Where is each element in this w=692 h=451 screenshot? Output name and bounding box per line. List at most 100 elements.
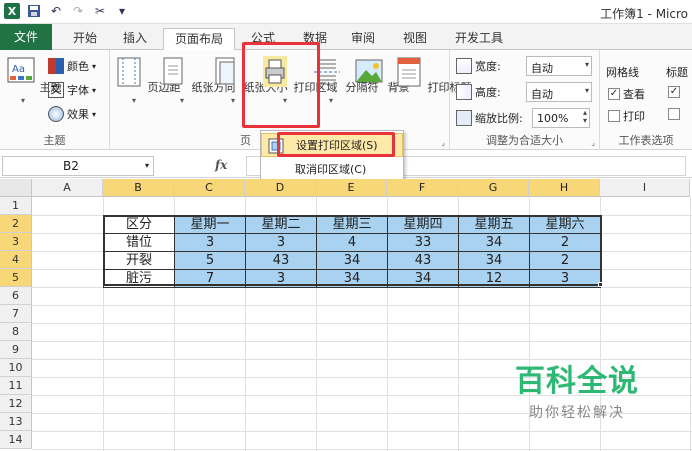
undo-icon[interactable]: ↶ <box>48 3 64 19</box>
table-cell[interactable]: 34 <box>458 233 530 252</box>
watermark-title: 百科全说 <box>515 364 639 399</box>
column-header-d[interactable]: D <box>245 179 316 197</box>
table-header-cell[interactable]: 星期四 <box>387 215 459 234</box>
watermark-subtitle: 助你轻松解决 <box>529 405 625 421</box>
scale-stepper[interactable]: 100% ▴ ▾ <box>532 108 590 128</box>
table-cell[interactable]: 34 <box>458 251 530 270</box>
table-header-cell[interactable]: 星期二 <box>245 215 317 234</box>
row-header-10[interactable]: 10 <box>0 359 32 377</box>
column-header-f[interactable]: F <box>387 179 458 197</box>
row-header-5[interactable]: 5 <box>0 269 32 287</box>
table-cell[interactable]: 43 <box>387 251 459 270</box>
theme-effects-label: 效果 <box>67 108 89 121</box>
fx-icon[interactable]: fx <box>215 158 227 172</box>
table-header-cell[interactable]: 区分 <box>103 215 175 234</box>
orientation-button[interactable]: 纸张方向 ▾ <box>158 56 236 105</box>
tab-insert[interactable]: 插入 <box>112 28 158 50</box>
tab-page-layout[interactable]: 页面布局 <box>163 28 235 51</box>
height-select[interactable]: 自动 ▾ <box>526 82 592 102</box>
width-select[interactable]: 自动 ▾ <box>526 56 592 76</box>
theme-effects-button[interactable]: 效果 ▾ <box>48 106 96 122</box>
table-cell[interactable]: 12 <box>458 269 530 288</box>
table-cell[interactable]: 2 <box>529 233 601 252</box>
tab-developer[interactable]: 开发工具 <box>446 28 512 50</box>
table-cell[interactable]: 3 <box>174 233 246 252</box>
row-header-1[interactable]: 1 <box>0 197 32 215</box>
set-print-area-highlight <box>277 132 395 157</box>
tab-review[interactable]: 审阅 <box>340 28 386 50</box>
tab-view[interactable]: 视图 <box>392 28 438 50</box>
tab-home[interactable]: 开始 <box>62 28 108 50</box>
table-header-cell[interactable]: 星期六 <box>529 215 601 234</box>
column-header-a[interactable]: A <box>32 179 103 197</box>
height-label: 高度: <box>475 86 501 99</box>
table-header-cell[interactable]: 星期一 <box>174 215 246 234</box>
table-cell[interactable]: 2 <box>529 251 601 270</box>
table-cell[interactable]: 33 <box>387 233 459 252</box>
table-cell[interactable]: 34 <box>316 251 388 270</box>
row-header-13[interactable]: 13 <box>0 413 32 431</box>
row-header-12[interactable]: 12 <box>0 395 32 413</box>
row-header-7[interactable]: 7 <box>0 305 32 323</box>
theme-fonts-button[interactable]: 文 字体 ▾ <box>48 82 96 98</box>
table-cell[interactable]: 错位 <box>103 233 175 252</box>
row-header-4[interactable]: 4 <box>0 251 32 269</box>
table-cell[interactable]: 3 <box>245 233 317 252</box>
row-header-9[interactable]: 9 <box>0 341 32 359</box>
theme-fonts-label: 字体 <box>67 84 89 97</box>
tools-icon[interactable]: ✂ <box>92 3 108 19</box>
table-header-cell[interactable]: 星期三 <box>316 215 388 234</box>
dialog-launcher-icon[interactable]: ⌟ <box>591 138 595 147</box>
table-cell[interactable]: 3 <box>529 269 601 288</box>
column-header-b[interactable]: B <box>103 179 174 197</box>
customize-qat-icon[interactable]: ▾ <box>114 3 130 19</box>
column-header-h[interactable]: H <box>529 179 600 197</box>
spinner-icon[interactable]: ▴ ▾ <box>583 109 587 125</box>
table-cell[interactable]: 5 <box>174 251 246 270</box>
gridlines-print-checkbox[interactable]: 打印 <box>608 108 645 124</box>
margins-icon <box>117 57 141 87</box>
dialog-launcher-icon[interactable]: ⌟ <box>441 138 445 147</box>
table-cell[interactable]: 34 <box>387 269 459 288</box>
column-header-c[interactable]: C <box>174 179 245 197</box>
themes-group-label: 主题 <box>43 134 66 147</box>
headings-print-checkbox[interactable] <box>668 108 680 120</box>
table-cell[interactable]: 3 <box>245 269 317 288</box>
background-button[interactable]: 背景 <box>354 56 410 95</box>
width-value: 自动 <box>531 62 553 75</box>
theme-colors-button[interactable]: 颜色 ▾ <box>48 58 96 74</box>
theme-colors-label: 颜色 <box>67 60 89 73</box>
font-icon: 文 <box>48 82 64 98</box>
table-cell[interactable]: 开裂 <box>103 251 175 270</box>
save-icon[interactable] <box>26 3 42 19</box>
row-header-11[interactable]: 11 <box>0 377 32 395</box>
themes-button[interactable]: Aa 主题 ▾ <box>6 56 62 105</box>
fill-handle[interactable] <box>598 282 603 287</box>
row-header-3[interactable]: 3 <box>0 233 32 251</box>
column-header-i[interactable]: I <box>600 179 690 197</box>
table-cell[interactable]: 4 <box>316 233 388 252</box>
paper-size-icon <box>215 57 235 85</box>
print-titles-button[interactable]: 打印标题 <box>394 56 472 95</box>
width-label: 宽度: <box>475 60 501 73</box>
table-cell[interactable]: 43 <box>245 251 317 270</box>
headings-view-checkbox[interactable]: ✓ <box>668 86 680 98</box>
select-all-corner[interactable] <box>0 179 32 197</box>
column-header-g[interactable]: G <box>458 179 529 197</box>
chevron-down-icon: ▾ <box>92 85 97 95</box>
tab-file[interactable]: 文件 <box>0 24 52 50</box>
row-header-8[interactable]: 8 <box>0 323 32 341</box>
table-cell[interactable]: 7 <box>174 269 246 288</box>
row-header-2[interactable]: 2 <box>0 215 32 233</box>
redo-icon[interactable]: ↷ <box>70 3 86 19</box>
gridlines-view-checkbox[interactable]: ✓ 查看 <box>608 86 645 102</box>
row-header-6[interactable]: 6 <box>0 287 32 305</box>
table-cell[interactable]: 34 <box>316 269 388 288</box>
row-header-14[interactable]: 14 <box>0 431 32 449</box>
width-label-row: 宽度: <box>456 58 501 74</box>
table-cell[interactable]: 脏污 <box>103 269 175 288</box>
table-header-cell[interactable]: 星期五 <box>458 215 530 234</box>
column-header-e[interactable]: E <box>316 179 387 197</box>
margins-button[interactable]: 页边距 ▾ <box>114 56 181 105</box>
name-box[interactable]: B2 ▾ <box>2 156 154 176</box>
